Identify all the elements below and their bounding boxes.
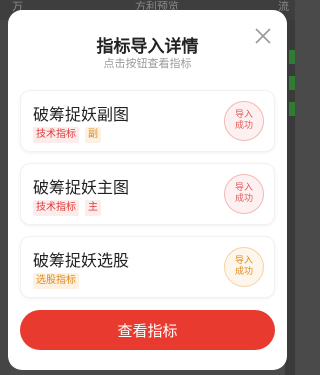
indicator-tag: 选股指标	[33, 273, 79, 289]
indicator-card[interactable]: 破筹捉妖主图 技术指标 主 导入 成功	[20, 163, 275, 225]
stamp-text: 成功	[234, 121, 253, 131]
indicator-tag: 技术指标	[33, 127, 79, 143]
indicator-card[interactable]: 破筹捉妖选股 选股指标 导入 成功	[20, 236, 275, 298]
indicator-card[interactable]: 破筹捉妖副图 技术指标 副 导入 成功	[20, 90, 275, 152]
view-indicators-button[interactable]: 查看指标	[20, 310, 275, 350]
indicator-name: 破筹捉妖副图	[33, 105, 130, 124]
import-success-stamp: 导入 成功	[224, 174, 264, 214]
indicator-tag: 技术指标	[33, 200, 79, 216]
background-green-bar	[289, 50, 295, 64]
stamp-text: 导入	[234, 110, 253, 120]
indicator-name: 破筹捉妖选股	[33, 251, 130, 270]
import-success-stamp: 导入 成功	[224, 247, 264, 287]
stamp-text: 导入	[234, 256, 253, 266]
background-green-bar	[289, 102, 295, 116]
background-green-bar	[289, 76, 295, 90]
stamp-text: 导入	[234, 183, 253, 193]
indicator-tag: 主	[85, 200, 101, 216]
indicator-name: 破筹捉妖主图	[33, 178, 130, 197]
stamp-text: 成功	[234, 194, 253, 204]
close-icon[interactable]	[253, 26, 273, 46]
dialog-title: 指标导入详情	[96, 37, 199, 57]
indicator-tag: 副	[85, 127, 101, 143]
dialog-subtitle: 点击按钮查看指标	[103, 57, 192, 70]
import-details-dialog: 指标导入详情 点击按钮查看指标 破筹捉妖副图 技术指标 副 导入 成功 破筹捉妖…	[8, 10, 287, 370]
import-success-stamp: 导入 成功	[224, 101, 264, 141]
stamp-text: 成功	[234, 267, 253, 277]
